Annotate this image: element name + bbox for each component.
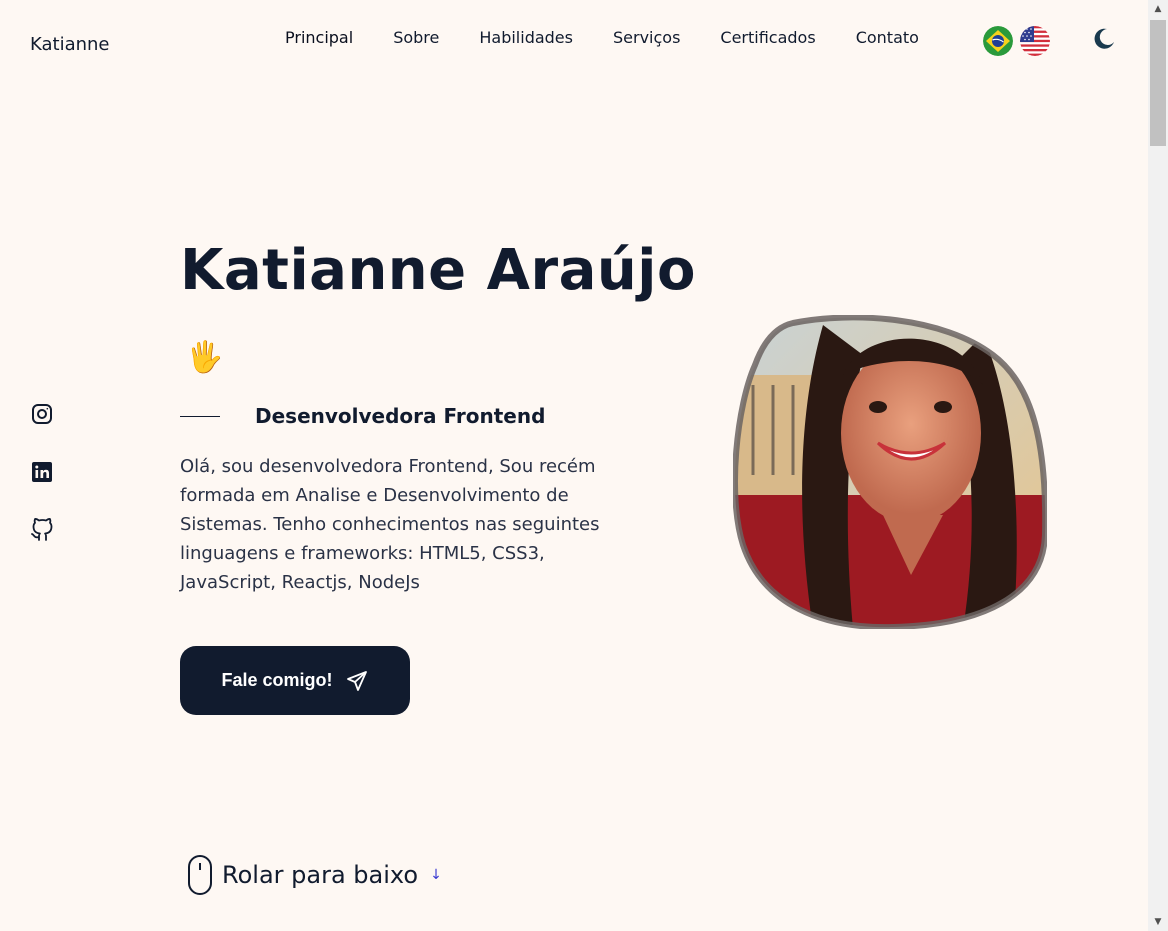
nav-servicos[interactable]: Serviços (613, 28, 680, 48)
scroll-down-label: Rolar para baixo (222, 861, 419, 889)
mouse-icon (188, 855, 212, 895)
arrow-down-icon: ↓ (430, 867, 442, 883)
hero-subtitle: Desenvolvedora Frontend (255, 404, 546, 428)
send-icon (346, 670, 367, 691)
brazil-flag-icon[interactable] (983, 26, 1013, 56)
scroll-down-arrow-icon[interactable]: ▼ (1148, 913, 1168, 931)
nav-principal[interactable]: Principal (285, 28, 353, 48)
hero-title: Katianne Araújo (180, 238, 696, 303)
scroll-up-arrow-icon[interactable]: ▲ (1148, 0, 1168, 18)
usa-flag-icon[interactable] (1020, 26, 1050, 56)
page-scrollbar[interactable]: ▲ ▼ (1148, 0, 1168, 931)
wave-emoji: 🖐 (186, 340, 224, 375)
instagram-icon[interactable] (30, 402, 54, 426)
nav-habilidades[interactable]: Habilidades (479, 28, 573, 48)
scrollbar-thumb[interactable] (1150, 20, 1166, 146)
subtitle-divider (180, 416, 220, 417)
profile-photo (731, 314, 1049, 631)
github-icon[interactable] (30, 518, 54, 542)
main-nav: Principal Sobre Habilidades Serviços Cer… (285, 28, 959, 48)
logo[interactable]: Katianne (30, 34, 110, 55)
moon-icon[interactable] (1090, 26, 1116, 52)
scroll-down-link[interactable]: Rolar para baixo ↓ (186, 854, 442, 896)
nav-certificados[interactable]: Certificados (720, 28, 815, 48)
nav-sobre[interactable]: Sobre (393, 28, 439, 48)
hero-description: Olá, sou desenvolvedora Frontend, Sou re… (180, 456, 600, 593)
nav-contato[interactable]: Contato (856, 28, 919, 48)
contact-button-label: Fale comigo! (221, 670, 333, 690)
social-links (30, 402, 54, 542)
linkedin-icon[interactable] (30, 460, 54, 484)
contact-button[interactable]: Fale comigo! (180, 646, 410, 715)
